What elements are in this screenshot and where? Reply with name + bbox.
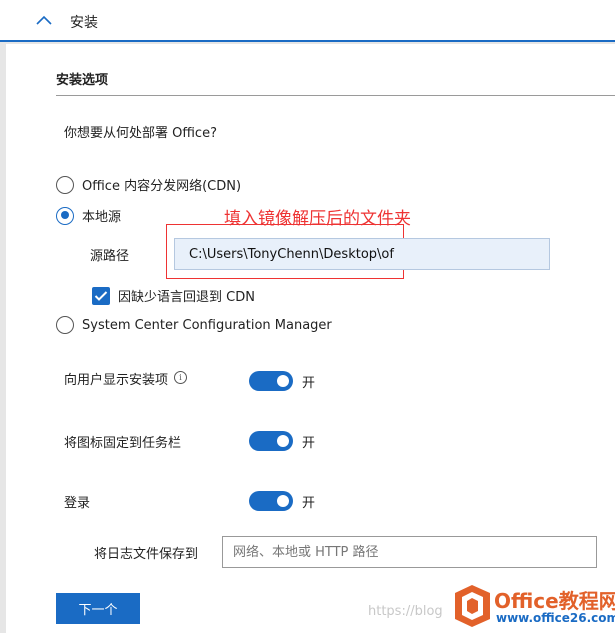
source-path-input[interactable]: [174, 238, 550, 270]
log-path-label: 将日志文件保存到: [94, 547, 199, 562]
deploy-question: 你想要从何处部署 Office?: [64, 126, 217, 141]
logo-brand-text: Office教程网: [494, 589, 615, 613]
radio-cdn[interactable]: Office 内容分发网络(CDN): [56, 175, 241, 194]
log-path-input[interactable]: [222, 536, 597, 568]
watermark-url: https://blog: [368, 604, 443, 619]
pin-taskbar-state: 开: [302, 436, 316, 451]
pin-taskbar-label: 将图标固定到任务栏: [64, 436, 182, 451]
logo-site-text: www.office26.com: [496, 611, 615, 625]
radio-sccm-label: System Center Configuration Manager: [82, 317, 332, 333]
radio-local-source-label: 本地源: [82, 210, 122, 225]
show-install-toggle[interactable]: [249, 371, 293, 391]
radio-local-source[interactable]: 本地源: [56, 206, 121, 225]
logging-state: 开: [302, 496, 316, 511]
install-header-title: 安装: [70, 15, 98, 31]
next-button[interactable]: 下一个: [56, 593, 140, 624]
section-title: 安装选项: [56, 73, 109, 88]
source-path-label: 源路径: [90, 249, 130, 264]
show-install-text: 向用户显示安装项: [64, 373, 169, 388]
logging-toggle[interactable]: [249, 491, 293, 511]
install-section-header[interactable]: 安装: [0, 0, 615, 42]
office26-logo: Office教程网 www.office26.com: [450, 578, 615, 633]
show-install-label: 向用户显示安装项 i: [64, 369, 188, 388]
radio-local-source-circle[interactable]: [56, 206, 74, 225]
radio-cdn-circle[interactable]: [56, 175, 74, 194]
radio-sccm[interactable]: System Center Configuration Manager: [56, 316, 332, 334]
logging-label: 登录: [64, 496, 91, 511]
info-icon[interactable]: i: [174, 371, 188, 384]
install-options-panel: 安装选项 你想要从何处部署 Office? Office 内容分发网络(CDN)…: [6, 44, 615, 633]
office-logo-icon: [455, 585, 490, 627]
fallback-cdn-checkbox-row[interactable]: 因缺少语言回退到 CDN: [92, 286, 255, 305]
checkmark-icon: [94, 290, 108, 301]
fallback-cdn-checkbox[interactable]: [92, 286, 110, 305]
section-divider: [56, 95, 615, 96]
chevron-up-icon[interactable]: [35, 14, 53, 26]
show-install-state: 开: [302, 376, 316, 391]
fallback-cdn-label: 因缺少语言回退到 CDN: [118, 290, 255, 305]
pin-taskbar-toggle[interactable]: [249, 431, 293, 451]
radio-sccm-circle[interactable]: [56, 316, 74, 334]
radio-cdn-label: Office 内容分发网络(CDN): [82, 179, 242, 194]
